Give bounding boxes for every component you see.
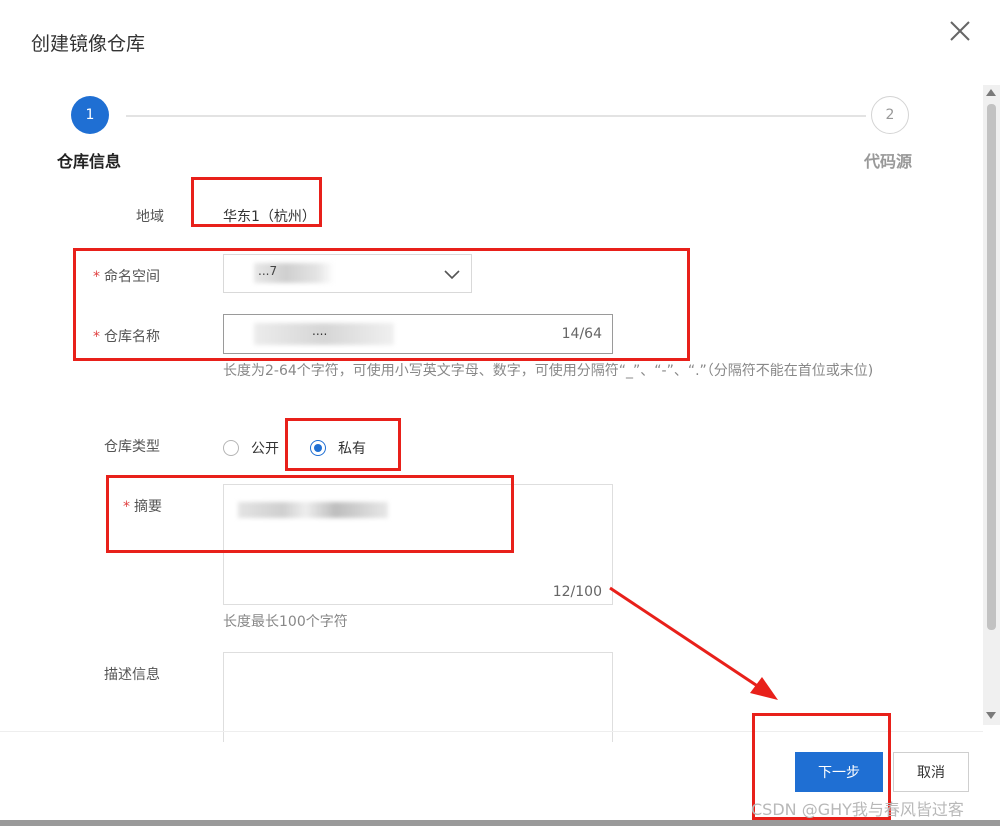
annotation-box-private bbox=[285, 418, 401, 471]
step-connector bbox=[126, 115, 866, 117]
region-label: 地域 bbox=[136, 209, 164, 225]
radio-public[interactable] bbox=[223, 440, 239, 456]
description-textarea[interactable] bbox=[223, 652, 613, 742]
scrollbar-thumb[interactable] bbox=[987, 104, 996, 630]
step-1-label: 仓库信息 bbox=[57, 152, 122, 171]
step-1-indicator: 1 bbox=[71, 96, 109, 134]
repo-name-hint: 长度为2-64个字符，可使用小写英文字母、数字，可使用分隔符“_”、“-”、“.… bbox=[223, 363, 874, 379]
radio-public-label[interactable]: 公开 bbox=[251, 438, 279, 458]
watermark: CSDN @GHY我与春风皆过客 bbox=[751, 800, 964, 819]
summary-hint: 长度最长100个字符 bbox=[223, 614, 348, 630]
scroll-up-icon[interactable] bbox=[984, 86, 998, 100]
summary-counter: 12/100 bbox=[552, 584, 602, 600]
dialog-title: 创建镜像仓库 bbox=[31, 33, 146, 55]
repo-type-label: 仓库类型 bbox=[104, 439, 160, 455]
annotation-box-summary bbox=[106, 475, 514, 553]
close-icon[interactable] bbox=[945, 16, 975, 46]
bottom-bar bbox=[0, 820, 1000, 826]
step-2-label: 代码源 bbox=[864, 152, 913, 171]
scroll-down-icon[interactable] bbox=[984, 708, 998, 722]
annotation-arrow-icon bbox=[609, 586, 778, 700]
step-2-indicator: 2 bbox=[871, 96, 909, 134]
cancel-button[interactable]: 取消 bbox=[893, 752, 969, 792]
annotation-box-namespace-name bbox=[73, 248, 690, 361]
annotation-box-region bbox=[191, 177, 322, 227]
description-label: 描述信息 bbox=[104, 667, 160, 683]
